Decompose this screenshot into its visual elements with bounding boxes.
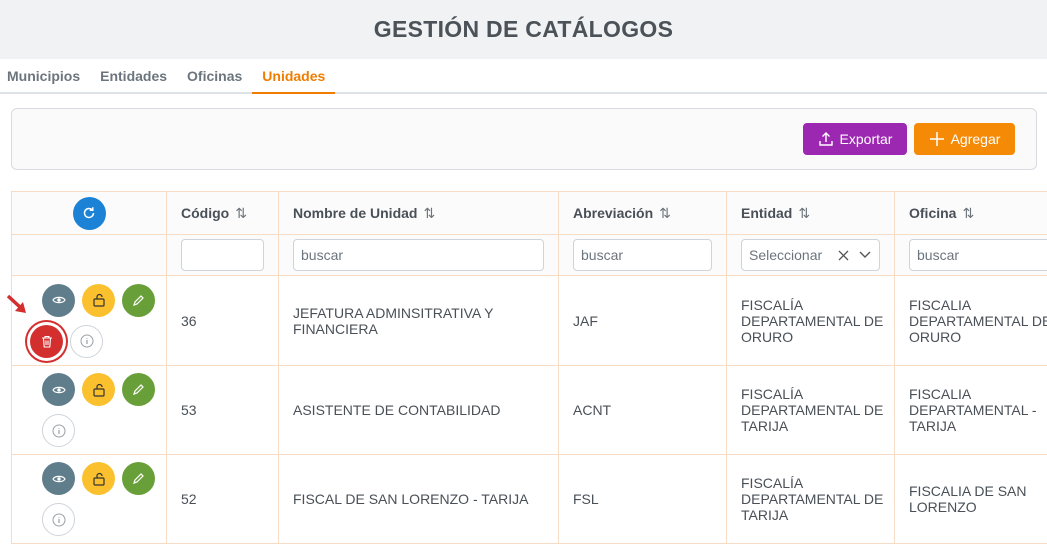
unlock-button[interactable] xyxy=(82,284,115,317)
toolbar: Exportar Agregar xyxy=(11,108,1037,170)
sort-icon[interactable]: ⇅ xyxy=(659,205,671,221)
edit-button[interactable] xyxy=(122,284,155,317)
export-button[interactable]: Exportar xyxy=(803,123,907,155)
sort-icon[interactable]: ⇅ xyxy=(798,205,810,221)
info-icon xyxy=(52,424,66,438)
cell-oficina: FISCALIA DEPARTAMENTAL DE ORURO xyxy=(895,276,1047,366)
cell-abreviacion: JAF xyxy=(559,276,727,366)
edit-button[interactable] xyxy=(122,373,155,406)
info-button[interactable] xyxy=(70,325,103,358)
unlock-button[interactable] xyxy=(82,462,115,495)
page-title: GESTIÓN DE CATÁLOGOS xyxy=(374,16,673,43)
red-arrow-indicator xyxy=(6,294,30,316)
cell-abreviacion: FSL xyxy=(559,455,727,544)
cell-oficina: FISCALIA DEPARTAMENTAL - TARIJA xyxy=(895,366,1047,455)
filter-cell-empty xyxy=(12,235,167,276)
cell-oficina: FISCALIA DE SAN LORENZO xyxy=(895,455,1047,544)
refresh-button[interactable] xyxy=(73,197,106,230)
column-label: Nombre de Unidad xyxy=(293,205,417,221)
catalog-tabs: Municipios Entidades Oficinas Unidades xyxy=(0,59,1047,94)
chevron-down-icon[interactable] xyxy=(859,251,871,259)
tab-municipios[interactable]: Municipios xyxy=(7,59,90,94)
view-button[interactable] xyxy=(42,284,75,317)
column-header-nombre[interactable]: Nombre de Unidad ⇅ xyxy=(279,192,559,235)
codigo-filter-input[interactable] xyxy=(181,239,264,271)
column-header-codigo[interactable]: Código ⇅ xyxy=(167,192,279,235)
pencil-icon xyxy=(132,383,145,396)
unlock-icon xyxy=(92,383,106,397)
cell-nombre: JEFATURA ADMINSITRATIVA Y FINANCIERA xyxy=(279,276,559,366)
plus-icon xyxy=(929,131,945,147)
row-actions xyxy=(12,276,167,366)
abreviacion-filter-input[interactable]: buscar xyxy=(573,239,712,271)
unidades-table: Código ⇅ Nombre de Unidad ⇅ Abreviación ⇅ E… xyxy=(11,191,1047,544)
column-label: Entidad xyxy=(741,205,792,221)
select-placeholder: Seleccionar xyxy=(749,247,822,263)
column-label: Abreviación xyxy=(573,205,653,221)
edit-button[interactable] xyxy=(122,462,155,495)
entidad-filter-select[interactable]: Seleccionar xyxy=(741,239,880,271)
info-icon xyxy=(52,513,66,527)
page-header: GESTIÓN DE CATÁLOGOS xyxy=(0,0,1047,59)
trash-icon xyxy=(41,335,53,348)
row-actions xyxy=(12,366,167,455)
pencil-icon xyxy=(132,294,145,307)
cell-entidad: FISCALÍA DEPARTAMENTAL DE ORURO xyxy=(727,276,895,366)
column-header-oficina[interactable]: Oficina ⇅ xyxy=(895,192,1047,235)
cell-nombre: FISCAL DE SAN LORENZO - TARIJA xyxy=(279,455,559,544)
view-button[interactable] xyxy=(42,373,75,406)
eye-icon xyxy=(52,385,66,395)
table-row: 36 JEFATURA ADMINSITRATIVA Y FINANCIERA … xyxy=(12,276,1047,366)
row-actions xyxy=(12,455,167,544)
cell-codigo: 52 xyxy=(167,455,279,544)
cell-entidad: FISCALÍA DEPARTAMENTAL DE TARIJA xyxy=(727,455,895,544)
upload-icon xyxy=(818,131,834,147)
info-icon xyxy=(80,334,94,348)
sort-icon[interactable]: ⇅ xyxy=(962,205,974,221)
view-button[interactable] xyxy=(42,462,75,495)
export-label: Exportar xyxy=(840,131,893,147)
actions-header xyxy=(12,192,167,235)
placeholder: buscar xyxy=(301,247,343,263)
column-label: Código xyxy=(181,205,229,221)
column-header-abreviacion[interactable]: Abreviación ⇅ xyxy=(559,192,727,235)
placeholder: buscar xyxy=(917,247,959,263)
column-header-entidad[interactable]: Entidad ⇅ xyxy=(727,192,895,235)
cell-entidad: FISCALÍA DEPARTAMENTAL DE TARIJA xyxy=(727,366,895,455)
tab-unidades[interactable]: Unidades xyxy=(252,59,335,94)
cell-codigo: 36 xyxy=(167,276,279,366)
eye-icon xyxy=(52,474,66,484)
eye-icon xyxy=(52,295,66,305)
cell-abreviacion: ACNT xyxy=(559,366,727,455)
refresh-icon xyxy=(81,205,97,221)
table-row: 52 FISCAL DE SAN LORENZO - TARIJA FSL FI… xyxy=(12,455,1047,544)
cell-nombre: ASISTENTE DE CONTABILIDAD xyxy=(279,366,559,455)
add-label: Agregar xyxy=(951,131,1001,147)
unlock-button[interactable] xyxy=(82,373,115,406)
nombre-filter-input[interactable]: buscar xyxy=(293,239,544,271)
placeholder: buscar xyxy=(581,247,623,263)
clear-icon[interactable] xyxy=(838,250,849,261)
info-button[interactable] xyxy=(42,414,75,447)
sort-icon[interactable]: ⇅ xyxy=(423,205,435,221)
unlock-icon xyxy=(92,472,106,486)
sort-icon[interactable]: ⇅ xyxy=(235,205,247,221)
pencil-icon xyxy=(132,472,145,485)
tab-entidades[interactable]: Entidades xyxy=(90,59,177,94)
column-label: Oficina xyxy=(909,205,956,221)
tab-oficinas[interactable]: Oficinas xyxy=(177,59,252,94)
cell-codigo: 53 xyxy=(167,366,279,455)
unlock-icon xyxy=(92,293,106,307)
oficina-filter-input[interactable]: buscar xyxy=(909,239,1047,271)
table-row: 53 ASISTENTE DE CONTABILIDAD ACNT FISCAL… xyxy=(12,366,1047,455)
add-button[interactable]: Agregar xyxy=(914,123,1015,155)
info-button[interactable] xyxy=(42,503,75,536)
delete-button[interactable] xyxy=(30,325,63,358)
